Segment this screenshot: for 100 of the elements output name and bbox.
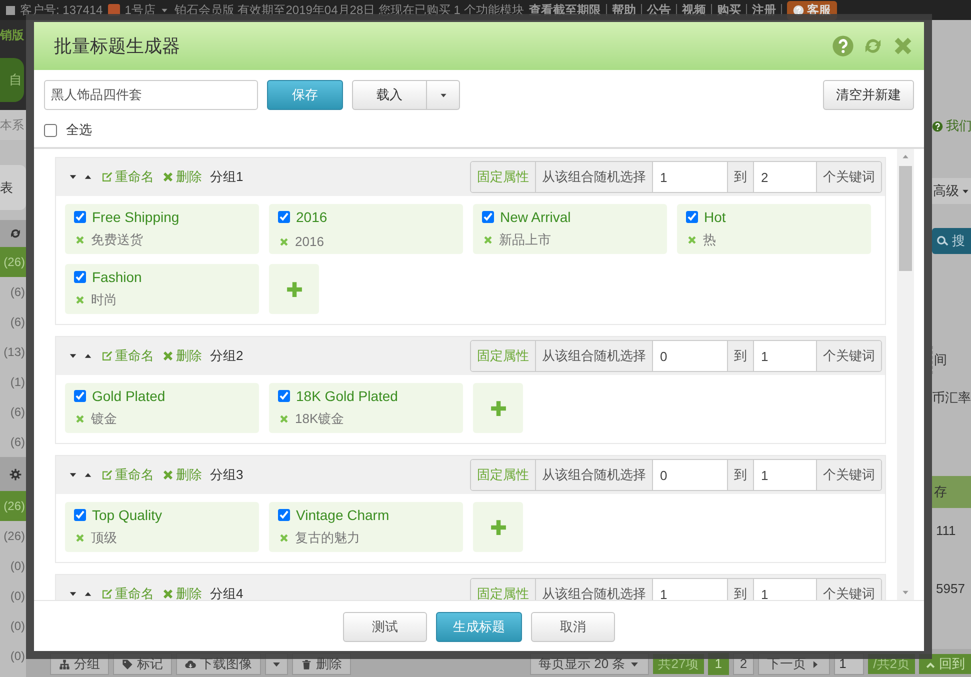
category-count[interactable]: (6) [0, 277, 26, 307]
to-label: 到 [728, 341, 754, 371]
remove-icon [75, 295, 85, 305]
name-field[interactable]: 黑人饰品四件套 [44, 80, 258, 110]
date-field[interactable]: 间 [932, 346, 971, 374]
search-button[interactable]: 搜 [932, 228, 971, 254]
keyword-label: 2016 [296, 209, 328, 225]
plus-icon [490, 518, 506, 536]
search-label: 搜 [952, 232, 965, 250]
rename-link[interactable]: 重命名 [101, 466, 154, 484]
cloud-download-icon [185, 658, 196, 670]
trash-icon [301, 658, 312, 670]
to-label: 到 [728, 579, 754, 600]
label-text: 币汇率 [932, 389, 971, 407]
checkbox[interactable] [686, 211, 698, 223]
top-link[interactable]: 视频 [682, 2, 706, 18]
to-label: 到 [728, 460, 754, 490]
top-link[interactable]: 公告 [646, 2, 671, 18]
delete-link[interactable]: 删除 [162, 466, 202, 484]
dropdown-label: 高级 [933, 182, 959, 200]
load-button[interactable]: 载入 [352, 80, 427, 110]
keyword-translation: 复古的魅力 [295, 529, 360, 547]
checkbox[interactable] [74, 271, 86, 283]
keyword-label: Vintage Charm [296, 507, 390, 523]
footer-button[interactable]: 取消 [531, 612, 615, 642]
page-count: /共2页 [868, 654, 915, 674]
edit-icon [101, 588, 113, 600]
back-to-top-button[interactable]: 回到 [919, 654, 971, 674]
category-count[interactable]: (0) [0, 611, 26, 641]
category-count[interactable]: (26) [0, 247, 26, 277]
group-name: 分组1 [210, 168, 244, 186]
delete-link[interactable]: 删除 [162, 347, 202, 365]
refresh-icon [9, 227, 22, 240]
edit-icon [101, 350, 113, 362]
category-count[interactable]: (0) [0, 581, 26, 611]
shop-selector[interactable]: 1号店 [124, 2, 156, 18]
close-icon [892, 35, 914, 57]
top-link[interactable]: 注册 [752, 2, 776, 18]
to-label: 到 [728, 162, 754, 192]
square-icon [6, 6, 15, 14]
checkbox[interactable] [482, 211, 494, 223]
top-link[interactable]: 购买 [716, 2, 741, 18]
sitemap-icon [59, 658, 70, 670]
remove-icon [687, 235, 697, 245]
checkbox[interactable] [278, 211, 290, 223]
rename-link[interactable]: 重命名 [101, 585, 154, 600]
help-link[interactable]: 我们 [932, 116, 971, 136]
remove-icon [75, 533, 85, 543]
footer-button[interactable]: 测试 [343, 612, 427, 642]
add-keyword-button[interactable] [473, 383, 523, 433]
keyword-translation: 热 [703, 231, 716, 249]
fixed-attribute-button[interactable]: 固定属性 [471, 460, 536, 490]
keyword-label: 18K Gold Plated [296, 388, 398, 404]
column-header: 存 [932, 476, 971, 508]
category-count[interactable]: (0) [0, 551, 26, 581]
fixed-attribute-button[interactable]: 固定属性 [471, 341, 536, 371]
footer-button[interactable]: 生成标题 [436, 612, 522, 642]
remove-icon [279, 414, 289, 424]
add-keyword-button[interactable] [473, 502, 523, 552]
category-count[interactable]: (26) [0, 491, 26, 521]
save-button[interactable]: 保存 [267, 80, 343, 110]
rename-link[interactable]: 重命名 [101, 347, 154, 365]
add-keyword-button[interactable] [269, 264, 319, 314]
category-count[interactable]: (6) [0, 427, 26, 457]
checkbox[interactable] [74, 390, 86, 402]
delete-link[interactable]: 删除 [162, 585, 202, 600]
checkbox[interactable] [44, 124, 57, 136]
delete-link[interactable]: 删除 [162, 168, 202, 186]
fixed-attribute-button[interactable]: 固定属性 [471, 579, 536, 600]
tag-icon [122, 658, 133, 670]
scrollbar[interactable] [897, 149, 914, 600]
rename-link[interactable]: 重命名 [101, 168, 154, 186]
settings-icon [9, 468, 22, 480]
scrollbar-thumb[interactable] [899, 166, 912, 271]
category-count[interactable]: (6) [0, 307, 26, 337]
remove-icon [483, 235, 493, 245]
top-link[interactable]: 帮助 [612, 2, 636, 18]
category-count[interactable]: (0) [0, 641, 26, 671]
category-count[interactable]: (6) [0, 397, 26, 427]
checkbox[interactable] [278, 509, 290, 521]
category-count[interactable]: (1) [0, 367, 26, 397]
list-tab[interactable]: 表 [0, 165, 26, 210]
customer-number: 客户号: 137414 [20, 2, 103, 18]
group-name: 分组4 [210, 585, 244, 600]
advanced-dropdown[interactable]: 高级 [932, 178, 971, 204]
dropdown-toggle[interactable] [427, 80, 460, 110]
clear-and-new-button[interactable]: 清空并新建 [823, 80, 914, 110]
random-select-label: 从该组合随机选择 [536, 341, 653, 371]
plus-icon [286, 280, 302, 298]
checkbox[interactable] [278, 390, 290, 402]
edit-icon [101, 469, 113, 481]
checkbox[interactable] [74, 509, 86, 521]
category-count[interactable]: (13) [0, 337, 26, 367]
category-count[interactable]: (26) [0, 521, 26, 551]
close-icon [162, 588, 174, 600]
deadline-link[interactable]: 查看截至期限 [528, 2, 601, 18]
fixed-attribute-button[interactable]: 固定属性 [471, 162, 536, 192]
checkbox[interactable] [74, 211, 86, 223]
scroll-up-icon [901, 152, 910, 161]
group-name: 分组2 [210, 347, 244, 365]
